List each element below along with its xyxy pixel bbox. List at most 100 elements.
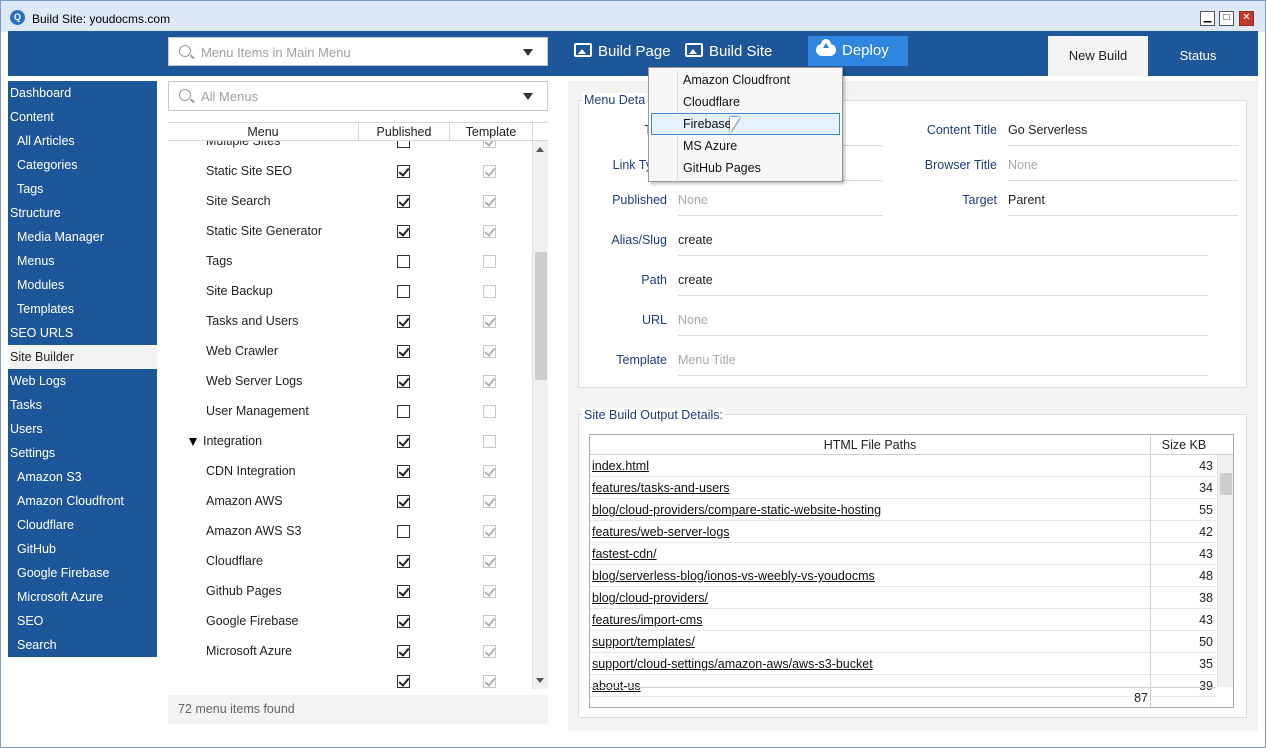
all-menus-search[interactable]: All Menus	[168, 81, 548, 111]
menu-tree-row[interactable]: Google Firebase	[168, 606, 532, 636]
tab-new-build[interactable]: New Build	[1048, 36, 1148, 76]
html-file-path-link[interactable]: support/cloud-settings/amazon-aws/aws-s3…	[592, 657, 873, 671]
output-table-scrollbar[interactable]	[1217, 455, 1233, 687]
deploy-option-ms-azure[interactable]: MS Azure	[651, 135, 840, 157]
sidebar-item-settings[interactable]: Settings	[8, 441, 157, 465]
html-file-path-link[interactable]: blog/cloud-providers/	[592, 591, 708, 605]
published-checkbox[interactable]	[397, 375, 410, 388]
sidebar-item-web-logs[interactable]: Web Logs	[8, 369, 157, 393]
build-page-button[interactable]: Build Page	[574, 37, 671, 66]
menu-tree-scrollbar[interactable]	[532, 141, 548, 689]
sidebar-item-amazon-cloudfront[interactable]: Amazon Cloudfront	[8, 489, 157, 513]
chevron-down-icon[interactable]	[523, 49, 533, 56]
html-file-path-link[interactable]: blog/serverless-blog/ionos-vs-weebly-vs-…	[592, 569, 875, 583]
scroll-thumb[interactable]	[535, 252, 547, 380]
sidebar-item-templates[interactable]: Templates	[8, 297, 157, 321]
sidebar-item-menus[interactable]: Menus	[8, 249, 157, 273]
menu-tree-row[interactable]: Tasks and Users	[168, 306, 532, 336]
sidebar-item-all-articles[interactable]: All Articles	[8, 129, 157, 153]
published-checkbox[interactable]	[397, 675, 410, 688]
published-checkbox[interactable]	[397, 255, 410, 268]
sidebar-item-categories[interactable]: Categories	[8, 153, 157, 177]
sidebar-item-seo-urls[interactable]: SEO URLS	[8, 321, 157, 345]
close-button[interactable]: ✕	[1239, 11, 1254, 26]
published-checkbox[interactable]	[397, 525, 410, 538]
alias-slug-field[interactable]: create	[678, 232, 1208, 256]
path-field[interactable]: create	[678, 272, 1208, 296]
sidebar-item-users[interactable]: Users	[8, 417, 157, 441]
html-file-path-link[interactable]: features/import-cms	[592, 613, 702, 627]
sidebar-item-microsoft-azure[interactable]: Microsoft Azure	[8, 585, 157, 609]
browser-title-field[interactable]: None	[1008, 157, 1238, 181]
menu-tree-row[interactable]	[168, 666, 532, 689]
menu-tree-row[interactable]: Site Search	[168, 186, 532, 216]
tab-status[interactable]: Status	[1148, 36, 1248, 76]
menu-items-search[interactable]: Menu Items in Main Menu	[168, 37, 548, 66]
published-checkbox[interactable]	[397, 435, 410, 448]
deploy-option-firebase[interactable]: Firebase	[651, 113, 840, 135]
content-title-field[interactable]: Go Serverless	[1008, 122, 1238, 146]
sidebar-item-seo[interactable]: SEO	[8, 609, 157, 633]
col-template-header[interactable]: Template	[450, 125, 532, 139]
menu-tree-row[interactable]: Tags	[168, 246, 532, 276]
html-file-path-link[interactable]: support/templates/	[592, 635, 695, 649]
col-menu-header[interactable]: Menu	[168, 125, 358, 139]
sidebar-item-github[interactable]: GitHub	[8, 537, 157, 561]
menu-tree-row[interactable]: CDN Integration	[168, 456, 532, 486]
url-field[interactable]: None	[678, 312, 1208, 336]
sidebar-item-tasks[interactable]: Tasks	[8, 393, 157, 417]
menu-tree-row[interactable]: Github Pages	[168, 576, 532, 606]
published-checkbox[interactable]	[397, 405, 410, 418]
sidebar-item-cloudflare[interactable]: Cloudflare	[8, 513, 157, 537]
html-file-path-link[interactable]: blog/cloud-providers/compare-static-webs…	[592, 503, 881, 517]
menu-tree-row[interactable]: Cloudflare	[168, 546, 532, 576]
menu-tree-row[interactable]: Web Crawler	[168, 336, 532, 366]
published-checkbox[interactable]	[397, 465, 410, 478]
scroll-up-icon[interactable]	[536, 147, 544, 152]
col-html-file-paths[interactable]: HTML File Paths	[590, 438, 1150, 452]
published-checkbox[interactable]	[397, 315, 410, 328]
deploy-option-cloudflare[interactable]: Cloudflare	[651, 91, 840, 113]
deploy-option-amazon-cloudfront[interactable]: Amazon Cloudfront	[651, 69, 840, 91]
chevron-down-icon[interactable]	[523, 93, 533, 100]
sidebar-item-amazon-s3[interactable]: Amazon S3	[8, 465, 157, 489]
sidebar-item-site-builder[interactable]: Site Builder	[8, 345, 157, 369]
published-checkbox[interactable]	[397, 345, 410, 358]
published-checkbox[interactable]	[397, 165, 410, 178]
html-file-path-link[interactable]: features/tasks-and-users	[592, 481, 730, 495]
scroll-down-icon[interactable]	[536, 678, 544, 683]
menu-tree-row[interactable]: Amazon AWS S3	[168, 516, 532, 546]
published-checkbox[interactable]	[397, 585, 410, 598]
html-file-path-link[interactable]: index.html	[592, 459, 649, 473]
sidebar-item-modules[interactable]: Modules	[8, 273, 157, 297]
target-field[interactable]: Parent	[1008, 192, 1238, 216]
sidebar-item-structure[interactable]: Structure	[8, 201, 157, 225]
menu-tree-row[interactable]: Site Backup	[168, 276, 532, 306]
template-field[interactable]: Menu Title	[678, 352, 1208, 376]
build-site-button[interactable]: Build Site	[685, 37, 772, 66]
sidebar-item-media-manager[interactable]: Media Manager	[8, 225, 157, 249]
html-file-path-link[interactable]: features/web-server-logs	[592, 525, 730, 539]
sidebar-item-dashboard[interactable]: Dashboard	[8, 81, 157, 105]
menu-tree-row[interactable]: User Management	[168, 396, 532, 426]
menu-tree-row[interactable]: Static Site Generator	[168, 216, 532, 246]
maximize-button[interactable]: □	[1219, 11, 1234, 26]
menu-tree-row[interactable]: Web Server Logs	[168, 366, 532, 396]
deploy-option-github-pages[interactable]: GitHub Pages	[651, 157, 840, 179]
menu-tree-row[interactable]: Static Site SEO	[168, 156, 532, 186]
sidebar-item-google-firebase[interactable]: Google Firebase	[8, 561, 157, 585]
col-published-header[interactable]: Published	[359, 125, 449, 139]
menu-tree-row[interactable]: Microsoft Azure	[168, 636, 532, 666]
expand-triangle-icon[interactable]	[189, 438, 197, 446]
published-checkbox[interactable]	[397, 225, 410, 238]
published-checkbox[interactable]	[397, 285, 410, 298]
col-size-kb[interactable]: Size KB	[1151, 438, 1217, 452]
sidebar-item-content[interactable]: Content	[8, 105, 157, 129]
sidebar-item-search[interactable]: Search	[8, 633, 157, 657]
published-checkbox[interactable]	[397, 555, 410, 568]
deploy-button[interactable]: Deploy	[808, 36, 908, 66]
menu-tree-row[interactable]: Integration	[168, 426, 532, 456]
published-checkbox[interactable]	[397, 195, 410, 208]
menu-tree-row[interactable]: Multiple Sites	[168, 141, 532, 156]
published-field[interactable]: None	[678, 192, 883, 216]
